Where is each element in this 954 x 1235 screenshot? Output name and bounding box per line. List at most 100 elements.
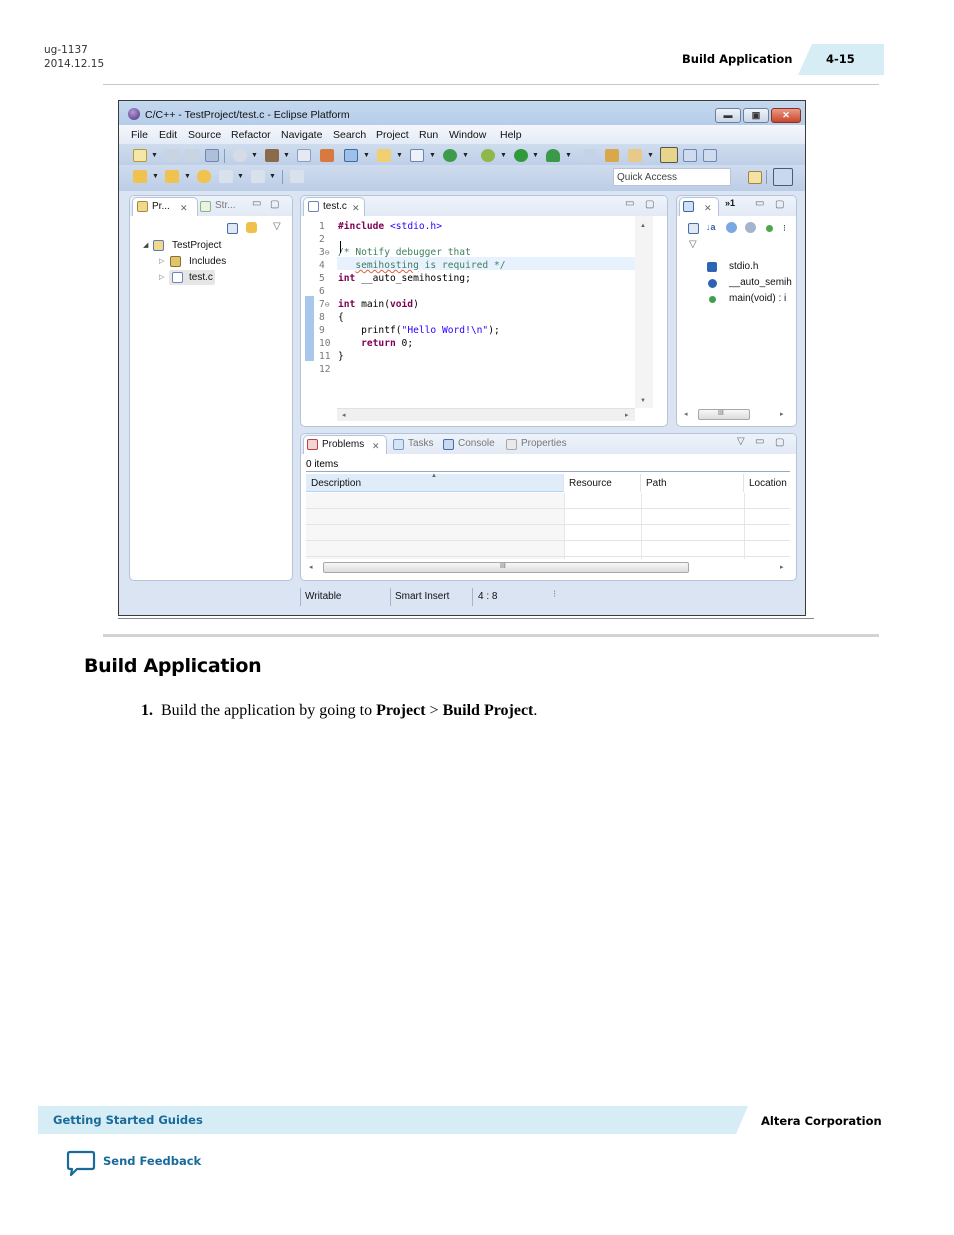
forward-icon[interactable] [251,170,265,183]
send-feedback-link[interactable]: Send Feedback [66,1150,216,1178]
highlight-dropdown-icon[interactable]: ▼ [647,152,654,159]
open-folder-icon[interactable] [605,149,619,162]
new-c-project-icon[interactable] [344,149,358,162]
scroll-right-icon[interactable]: ▸ [780,410,784,420]
hide-static-icon[interactable] [745,222,756,233]
toggle-block-selection-icon[interactable] [660,147,678,163]
horizontal-scrollbar[interactable]: ◂ III ▸ [681,408,791,421]
next-annotation-dropdown-icon[interactable]: ▼ [152,173,159,180]
close-tab-icon[interactable]: ✕ [372,441,380,451]
toggle-mark-occurrences-icon[interactable] [583,149,597,162]
menu-window[interactable]: Window [449,129,486,141]
new-folder-icon[interactable] [377,149,391,162]
open-perspective-icon[interactable] [748,171,762,184]
view-menu-icon[interactable]: ▽ [273,222,281,232]
run-icon[interactable] [514,149,528,162]
scroll-left-icon[interactable]: ◂ [309,563,313,573]
column-header-path[interactable]: Path [641,474,744,492]
menu-project[interactable]: Project [376,129,409,141]
expanded-arrow-icon[interactable]: ◢ [143,241,148,249]
close-tab-icon[interactable]: ✕ [704,203,712,213]
collapsed-arrow-icon[interactable]: ▷ [159,257,164,265]
menu-refactor[interactable]: Refactor [231,129,271,141]
horizontal-scrollbar[interactable]: ◂ ▸ [337,408,635,421]
show-whitespace-icon[interactable] [683,149,697,162]
maximize-view-icon[interactable]: ▢ [270,200,279,210]
scroll-left-icon[interactable]: ◂ [684,410,688,420]
close-button[interactable]: ✕ [771,108,801,123]
highlight-pen-icon[interactable] [628,149,642,162]
menu-source[interactable]: Source [188,129,221,141]
run-dropdown-icon[interactable]: ▼ [532,152,539,159]
new-file-dropdown-icon[interactable]: ▼ [429,152,436,159]
c-cpp-perspective-icon[interactable] [773,168,793,186]
scroll-up-icon[interactable]: ▲ [640,221,646,231]
new-folder-dropdown-icon[interactable]: ▼ [396,152,403,159]
menu-help[interactable]: Help [500,129,522,141]
scroll-right-icon[interactable]: ▸ [625,411,629,421]
paragraph-icon[interactable] [703,149,717,162]
tab-outline[interactable]: ✕ [679,197,719,216]
debug-bug-icon[interactable] [481,149,495,162]
horizontal-scrollbar[interactable]: ◂ III ▸ [306,561,790,574]
menu-file[interactable]: File [131,129,148,141]
external-tools-dropdown-icon[interactable]: ▼ [565,152,572,159]
back-dropdown-icon[interactable]: ▼ [237,173,244,180]
menu-edit[interactable]: Edit [159,129,177,141]
hide-non-public-icon[interactable] [766,225,773,232]
new-icon[interactable] [133,149,147,162]
maximize-view-icon[interactable]: ▢ [775,200,784,210]
forward-dropdown-icon[interactable]: ▼ [269,173,276,180]
vertical-scrollbar[interactable]: ▲ ▼ [635,216,653,408]
fold-icon[interactable]: ⊖ [325,300,330,309]
view-menu-icon[interactable]: ▽ [689,240,697,250]
more-actions-icon[interactable]: ⁝ [783,223,786,233]
save-icon[interactable] [165,149,179,162]
sort-az-icon[interactable]: ↓a [706,222,717,233]
column-header-resource[interactable]: Resource [564,474,641,492]
new-c-file-icon[interactable] [410,149,424,162]
link-with-editor-icon[interactable] [246,222,257,233]
minimize-button[interactable]: ▬ [715,108,741,123]
new-project-dropdown-icon[interactable]: ▼ [363,152,370,159]
minimize-view-icon[interactable]: ▭ [755,437,764,447]
new-dropdown-icon[interactable]: ▼ [151,152,158,159]
scrollbar-thumb[interactable]: III [323,562,689,573]
build-dropdown-icon[interactable]: ▼ [283,152,290,159]
tab-project-explorer[interactable]: Pr... ✕ [132,197,198,216]
minimize-view-icon[interactable]: ▭ [625,199,634,209]
collapse-all-icon[interactable] [688,223,699,234]
scroll-down-icon[interactable]: ▼ [640,396,646,406]
back-icon[interactable] [219,170,233,183]
tab-problems[interactable]: Problems ✕ [303,435,387,454]
pin-editor-icon[interactable] [290,170,304,183]
more-tabs-indicator[interactable]: »1 [725,198,735,208]
build-settings-dropdown-icon[interactable]: ▼ [251,152,258,159]
last-edit-location-icon[interactable] [197,170,211,183]
previous-annotation-dropdown-icon[interactable]: ▼ [184,173,191,180]
save-all-icon[interactable] [185,149,199,162]
quick-access-input[interactable]: Quick Access [613,168,731,186]
close-tab-icon[interactable]: ✕ [180,203,188,213]
maximize-button[interactable]: ▣ [743,108,769,123]
maximize-view-icon[interactable]: ▢ [645,200,654,210]
tab-tasks[interactable]: Tasks [408,438,434,449]
tab-structure[interactable]: Str... [215,200,236,211]
menu-navigate[interactable]: Navigate [281,129,322,141]
menu-search[interactable]: Search [333,129,366,141]
collapse-all-icon[interactable] [227,223,238,234]
hide-fields-icon[interactable] [726,222,737,233]
collapsed-arrow-icon[interactable]: ▷ [159,273,164,281]
close-tab-icon[interactable]: ✕ [352,203,360,213]
previous-annotation-icon[interactable] [165,170,179,183]
build-hammer-icon[interactable] [265,149,279,162]
next-annotation-icon[interactable] [133,170,147,183]
maximize-view-icon[interactable]: ▢ [775,438,784,448]
minimize-view-icon[interactable]: ▭ [755,199,764,209]
build-settings-icon[interactable] [233,149,247,162]
tab-console[interactable]: Console [458,438,495,449]
fold-icon[interactable]: ⊖ [325,248,330,257]
external-tools-icon[interactable] [546,149,560,162]
new-class-icon[interactable] [443,149,457,162]
view-menu-icon[interactable]: ▽ [737,437,745,447]
